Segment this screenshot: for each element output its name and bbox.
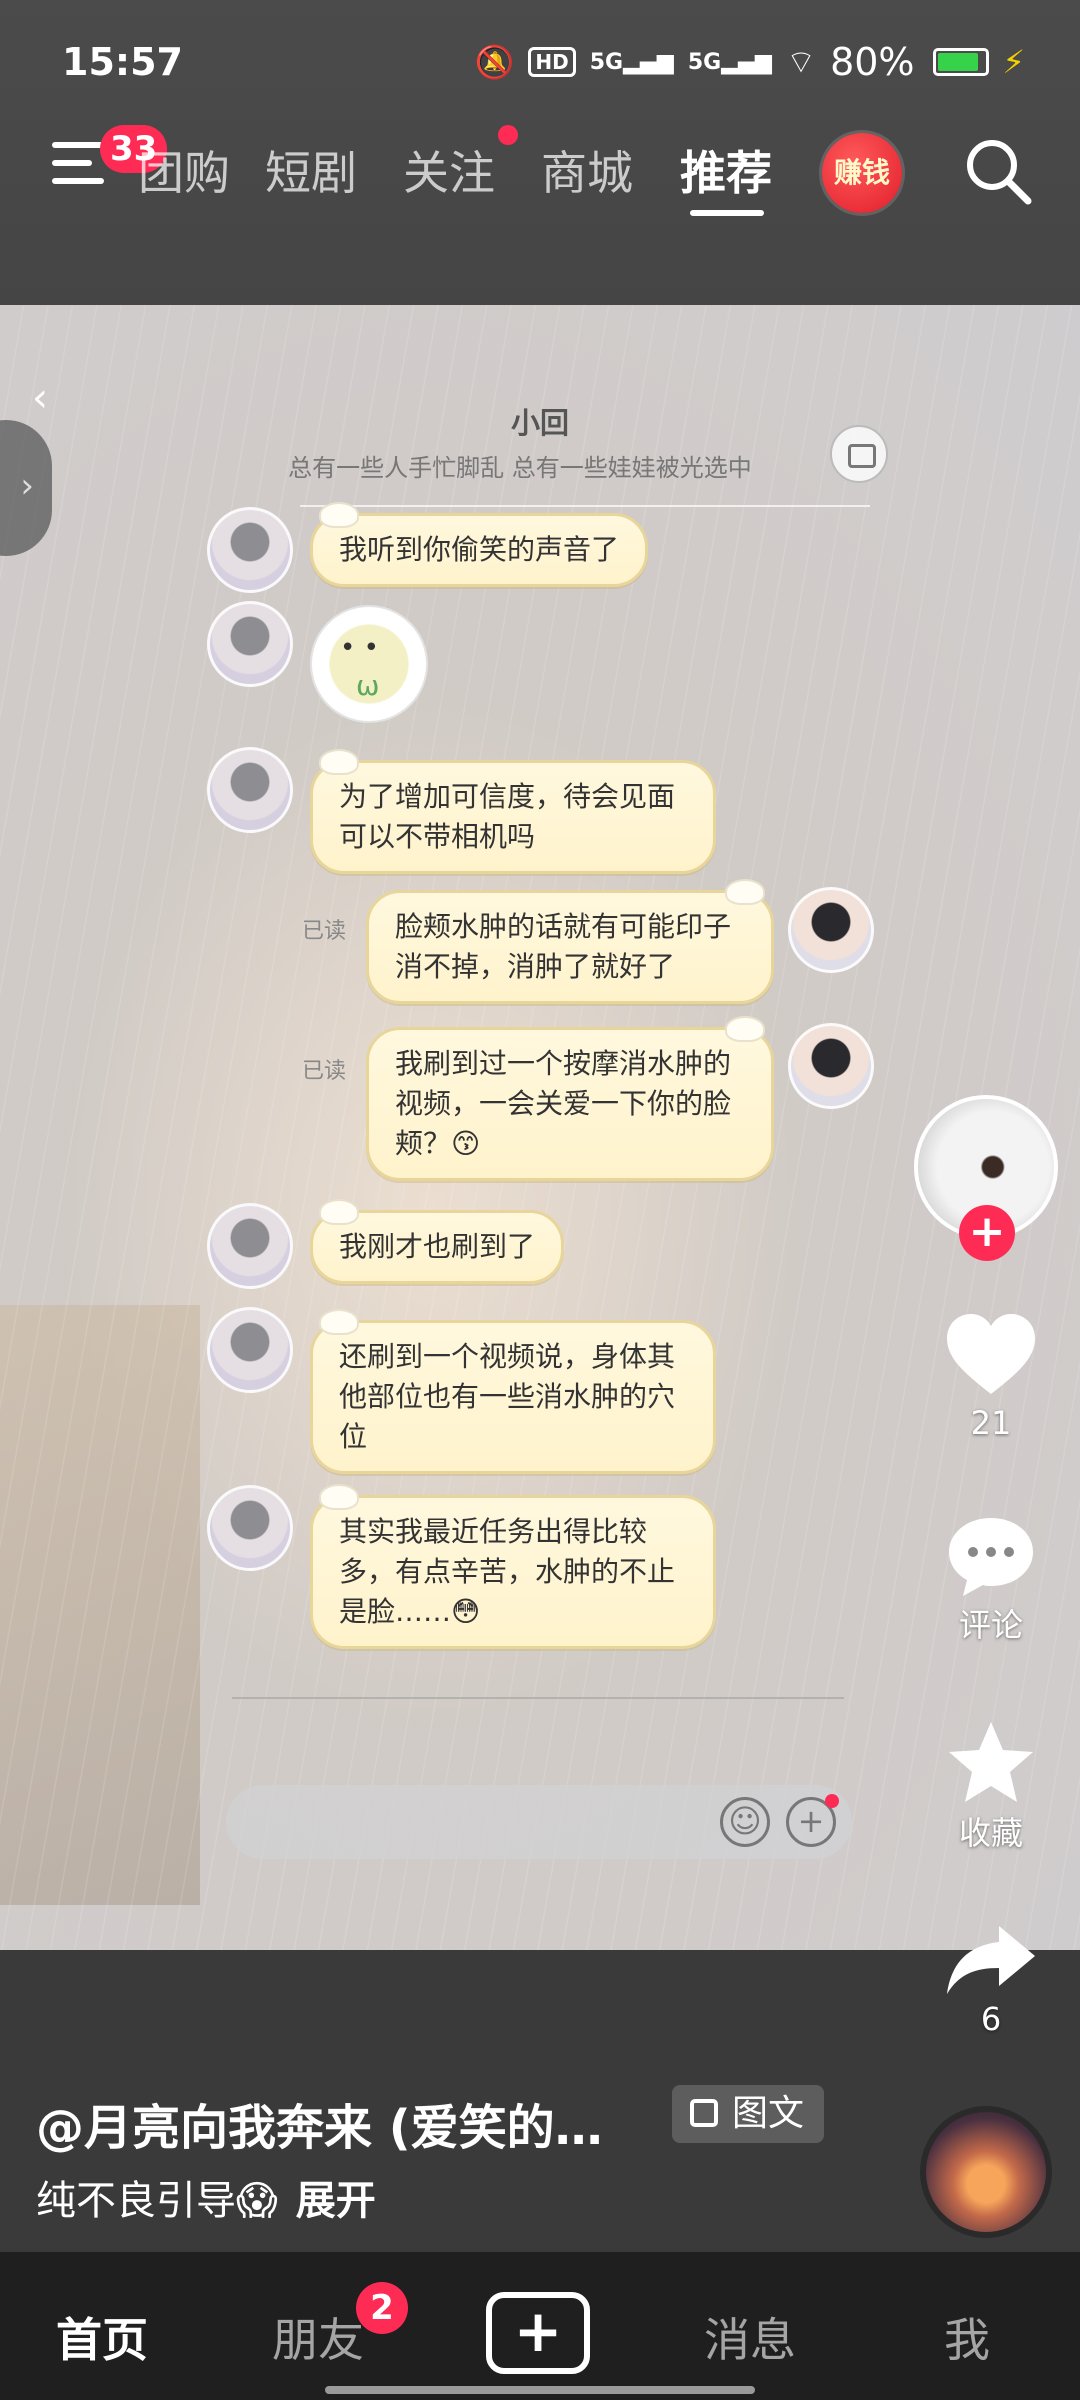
chat-bubble: 我刷到过一个按摩消水肿的视频，一会关爱一下你的脸颊？😙 [366, 1016, 774, 1181]
comment-button[interactable]: 评论 [926, 1512, 1056, 1646]
avatar [207, 1203, 293, 1289]
top-area: 15:57 🔕 HD 5G▂▄▆ 5G▂▄▆ ⌔ 80% ⚡ 33 团购 短剧 … [0, 0, 1080, 305]
post-image[interactable]: ‹ › 小回 总有一些人手忙脚乱 总有一些娃娃被光选中 我听到你偷笑的声音了 为… [0, 305, 1080, 1950]
chat-bubble: 为了增加可信度，待会见面可以不带相机吗 [310, 749, 716, 874]
battery-icon [932, 48, 989, 76]
tab-group-buy[interactable]: 团购 [138, 137, 230, 203]
network-label-1: 5G [589, 49, 624, 75]
search-icon[interactable] [962, 135, 1034, 207]
avatar [207, 747, 293, 833]
battery-percent: 80% [830, 40, 915, 84]
earn-money-button[interactable]: 赚钱 [822, 133, 902, 213]
comment-icon [949, 1518, 1033, 1596]
image-stack-icon [690, 2099, 718, 2127]
top-nav: 33 团购 短剧 关注 商城 推荐 赚钱 [0, 125, 1080, 235]
following-dot [498, 125, 518, 145]
status-bar: 15:57 🔕 HD 5G▂▄▆ 5G▂▄▆ ⌔ 80% ⚡ [0, 0, 1080, 120]
expand-button[interactable]: 展开 [296, 2178, 376, 2224]
tab-following[interactable]: 关注 [403, 137, 495, 203]
favorite-button[interactable]: 收藏 [926, 1718, 1056, 1854]
like-count: 21 [970, 1404, 1012, 1442]
author-name[interactable]: @月亮向我奔来 (爱笑的… [36, 2088, 603, 2158]
share-icon [947, 1926, 1035, 1994]
comment-label: 评论 [958, 1606, 1023, 1644]
chat-bottom-divider [232, 1697, 844, 1699]
avatar [207, 601, 293, 687]
home-indicator [325, 2386, 755, 2394]
charging-icon: ⚡ [1002, 43, 1025, 81]
chat-divider [300, 505, 870, 507]
status-time: 15:57 [62, 40, 183, 84]
like-button[interactable]: 21 [926, 1310, 1056, 1442]
avatar [788, 1023, 874, 1109]
tab-recommend[interactable]: 推荐 [680, 137, 772, 203]
music-disc[interactable] [920, 2106, 1052, 2238]
active-tab-underline [690, 210, 764, 216]
sticker-image [310, 605, 428, 723]
share-count: 6 [980, 2000, 1002, 2038]
hd-icon: HD [528, 47, 576, 77]
caption-text: 纯不良引导😱 [36, 2178, 278, 2224]
tab-me[interactable]: 我 [944, 2304, 990, 2370]
create-button[interactable]: + [486, 2292, 590, 2374]
read-receipt: 已读 [302, 1059, 347, 1084]
avatar [207, 1485, 293, 1571]
tab-short-drama[interactable]: 短剧 [265, 137, 357, 203]
chat-input-bar: ☺ + [226, 1785, 852, 1859]
avatar [788, 887, 874, 973]
follow-button[interactable]: + [959, 1205, 1015, 1261]
chat-title: 小回 [510, 406, 569, 440]
star-icon [949, 1722, 1033, 1802]
chat-bubble: 我听到你偷笑的声音了 [310, 502, 649, 587]
network-label-2: 5G [687, 49, 722, 75]
signal-5g-icon: 5G▂▄▆ [589, 49, 674, 75]
friends-badge: 2 [356, 2282, 408, 2334]
tab-mall[interactable]: 商城 [541, 137, 633, 203]
tab-friends[interactable]: 朋友 [272, 2304, 364, 2370]
read-receipt: 已读 [302, 919, 347, 944]
favorite-label: 收藏 [958, 1814, 1023, 1852]
share-button[interactable]: 6 [926, 1920, 1056, 2038]
chat-bubble: 其实我最近任务出得比较多，有点辛苦，水肿的不止是脸……😳 [310, 1484, 716, 1649]
tab-home[interactable]: 首页 [56, 2304, 148, 2370]
avatar [207, 507, 293, 593]
chat-bubble: 还刷到一个视频说，身体其他部位也有一些消水肿的穴位 [310, 1309, 716, 1474]
signal-5g-icon-2: 5G▂▄▆ [687, 49, 772, 75]
graphic-text-tag: 图文 [672, 2085, 825, 2143]
heart-icon [947, 1314, 1035, 1394]
chat-bubble: 我刚才也刷到了 [310, 1199, 565, 1284]
caption: 纯不良引导😱 展开 [36, 2168, 376, 2226]
chat-menu-icon [830, 425, 888, 483]
emoji-icon: ☺ [720, 1797, 770, 1847]
avatar [207, 1307, 293, 1393]
chat-bubble: 脸颊水肿的话就有可能印子消不掉，消肿了就好了 [366, 879, 774, 1004]
bottom-nav: 首页 朋友 2 + 消息 我 [0, 2252, 1080, 2400]
tab-messages[interactable]: 消息 [704, 2304, 796, 2370]
tag-label: 图文 [732, 2093, 805, 2134]
chat-subtitle: 总有一些人手忙脚乱 总有一些娃娃被光选中 [288, 454, 752, 482]
status-icons: 🔕 HD 5G▂▄▆ 5G▂▄▆ ⌔ 80% ⚡ [475, 40, 1026, 84]
wifi-icon: ⌔ [785, 43, 817, 81]
bell-muted-icon: 🔕 [474, 43, 515, 81]
plus-icon: + [786, 1794, 839, 1847]
